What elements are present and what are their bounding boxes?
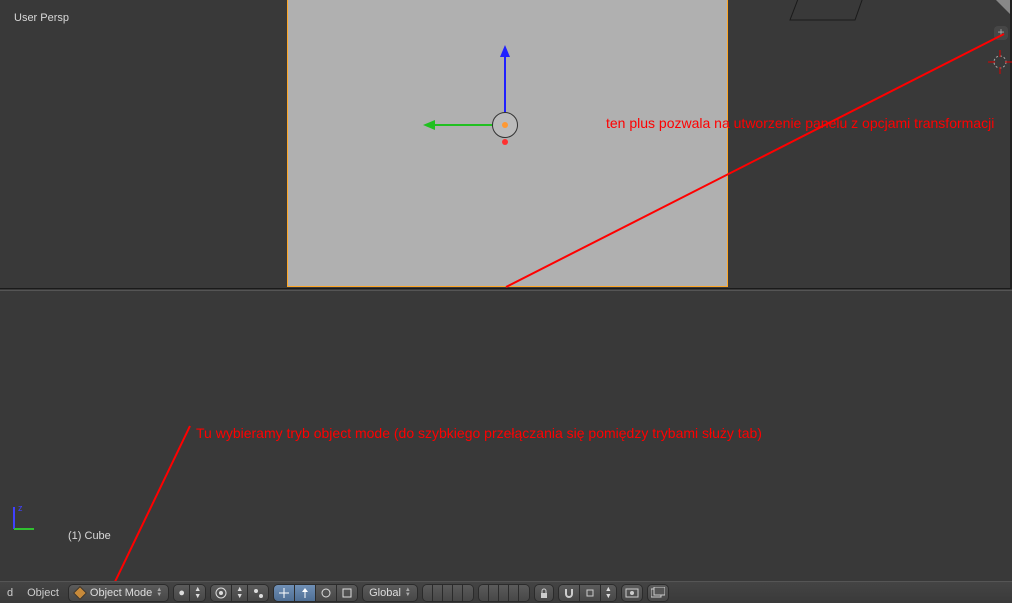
layer-6[interactable] xyxy=(479,585,489,601)
object-mode-icon xyxy=(73,585,87,599)
selected-plane-object[interactable] xyxy=(287,0,728,287)
layer-2[interactable] xyxy=(433,585,443,601)
axis-gizmo: z y xyxy=(10,503,40,533)
layer-8[interactable] xyxy=(499,585,509,601)
pivot-updown-icon[interactable]: ▲▼ xyxy=(232,585,248,601)
snap-updown-icon[interactable]: ▲▼ xyxy=(601,585,616,601)
view-persp-label: User Persp xyxy=(14,12,69,24)
pivot-icon[interactable] xyxy=(211,585,232,601)
layer-1[interactable] xyxy=(423,585,433,601)
orientation-updown-icon: ▲▼ xyxy=(405,588,411,598)
viewport-top[interactable]: User Persp + xyxy=(0,0,1012,289)
manipulator-translate-icon[interactable] xyxy=(295,585,316,601)
layer-10[interactable] xyxy=(519,585,529,601)
layer-7[interactable] xyxy=(489,585,499,601)
manipulator-scale-icon[interactable] xyxy=(337,585,357,601)
orientation-label: Global xyxy=(369,587,401,599)
layer-4[interactable] xyxy=(453,585,463,601)
viewport-bottom[interactable]: z y (1) Cube xyxy=(0,290,1012,578)
shading-solid-icon[interactable]: ● xyxy=(174,585,190,601)
layer-9[interactable] xyxy=(509,585,519,601)
shading-updown-icon[interactable]: ▲▼ xyxy=(190,585,205,601)
opengl-render-image-icon[interactable] xyxy=(621,584,643,602)
camera-wireframe[interactable] xyxy=(785,0,875,30)
manipulator-enable-icon[interactable] xyxy=(274,585,295,601)
menu-d[interactable]: d xyxy=(2,587,18,599)
shading-selector[interactable]: ● ▲▼ xyxy=(173,584,206,602)
menu-object[interactable]: Object xyxy=(22,587,64,599)
manipulator-rotate-icon[interactable] xyxy=(316,585,337,601)
snap-target-icon[interactable] xyxy=(580,585,601,601)
mode-selector[interactable]: Object Mode ▲▼ xyxy=(68,584,169,602)
layers-group-b[interactable] xyxy=(478,584,530,602)
snap-magnet-icon[interactable] xyxy=(559,585,580,601)
opengl-render-anim-icon[interactable] xyxy=(647,584,669,602)
manipulator-toggles[interactable] xyxy=(273,584,358,602)
area-split-handle[interactable] xyxy=(996,0,1010,14)
mode-label: Object Mode xyxy=(90,587,152,599)
svg-text:y: y xyxy=(10,531,15,533)
layers-group-a[interactable] xyxy=(422,584,474,602)
lock-camera-icon[interactable] xyxy=(534,584,554,602)
viewport-header: d Object Object Mode ▲▼ ● ▲▼ ▲▼ Glo xyxy=(0,581,1012,603)
mode-updown-icon: ▲▼ xyxy=(156,588,162,598)
orientation-selector[interactable]: Global ▲▼ xyxy=(362,584,418,602)
3d-cursor[interactable] xyxy=(988,50,1012,74)
pivot-selector[interactable]: ▲▼ xyxy=(210,584,269,602)
layer-5[interactable] xyxy=(463,585,473,601)
active-object-label: (1) Cube xyxy=(68,530,111,542)
svg-text:z: z xyxy=(18,503,23,513)
pivot-individual-icon[interactable] xyxy=(248,585,268,601)
layer-3[interactable] xyxy=(443,585,453,601)
open-properties-panel-plus[interactable]: + xyxy=(994,26,1008,40)
snap-group[interactable]: ▲▼ xyxy=(558,584,617,602)
